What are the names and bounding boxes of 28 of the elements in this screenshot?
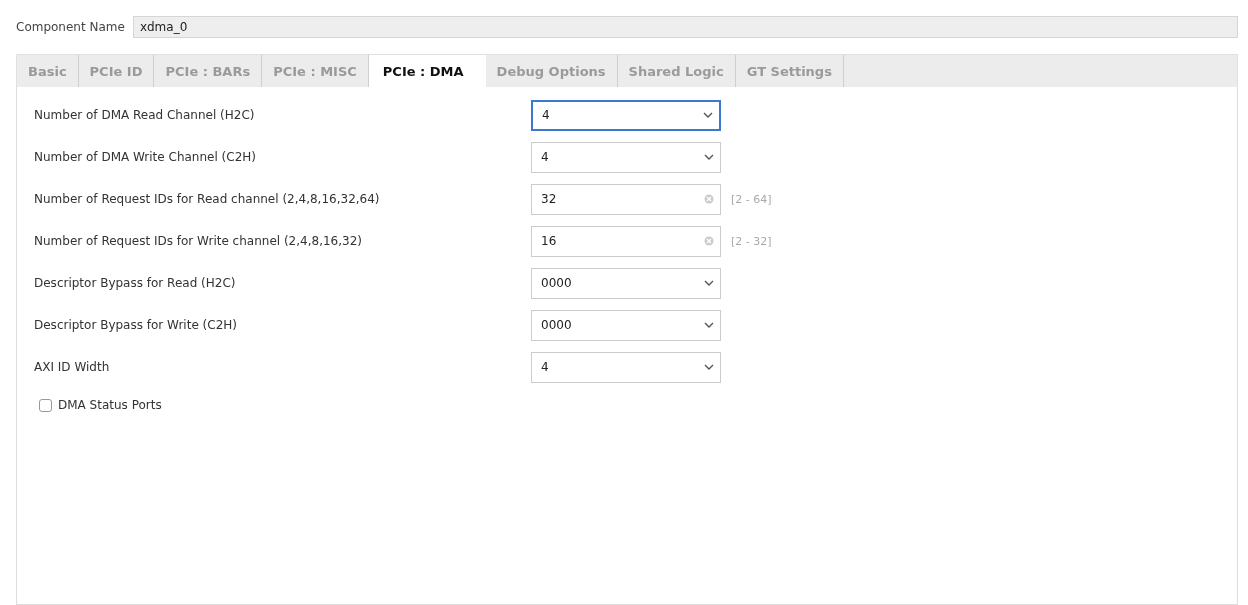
field-label: Number of DMA Write Channel (C2H)	[34, 150, 257, 164]
field-label: Descriptor Bypass for Write (C2H)	[34, 318, 238, 332]
tab[interactable]: PCIe : DMA	[368, 55, 486, 87]
chevron-down-icon	[704, 280, 714, 286]
dropdown[interactable]: 4	[531, 141, 721, 173]
input-field[interactable]: 16	[531, 225, 721, 257]
range-hint: [2 - 64]	[731, 192, 772, 206]
clear-icon[interactable]	[704, 236, 714, 246]
dropdown[interactable]: 4	[531, 351, 721, 383]
field-label: Number of Request IDs for Write channel (2,4,8,16,32)	[34, 234, 363, 248]
clear-icon[interactable]	[704, 194, 714, 204]
component-name-field[interactable]: xdma_0	[132, 16, 1238, 38]
field-label: Descriptor Bypass for Read (H2C)	[34, 276, 237, 290]
range-hint: [2 - 32]	[731, 234, 772, 248]
dropdown[interactable]: 4	[531, 99, 721, 131]
checkbox-label: DMA Status Ports	[58, 398, 162, 412]
checkbox[interactable]	[39, 398, 52, 412]
chevron-down-icon	[703, 112, 713, 118]
field-label: AXI ID Width	[34, 360, 111, 374]
dropdown[interactable]: 0000	[531, 267, 721, 299]
component-name-label: Component Name	[16, 20, 125, 34]
chevron-down-icon	[704, 322, 714, 328]
chevron-down-icon	[704, 364, 714, 370]
field-label: Number of DMA Read Channel (H2C)	[34, 108, 256, 122]
chevron-down-icon	[704, 154, 714, 160]
field-label: Number of Request IDs for Read channel (2,4,8,16,32,64)	[34, 192, 381, 206]
input-field[interactable]: 32	[531, 183, 721, 215]
dropdown[interactable]: 0000	[531, 309, 721, 341]
